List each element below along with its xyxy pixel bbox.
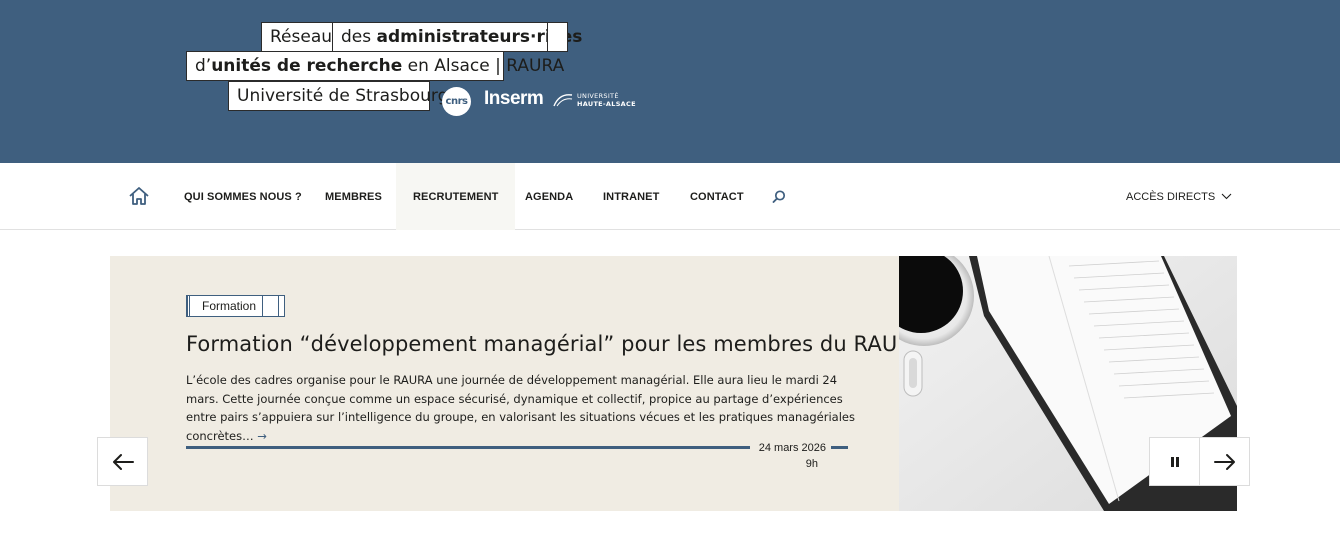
slide-date: 24 mars 2026 9h [756, 440, 826, 472]
slide-description: L’école des cadres organise pour le RAUR… [186, 371, 866, 445]
uha-line2: HAUTE-ALSACE [577, 100, 636, 108]
slide-date-text: 24 mars 2026 [758, 442, 826, 454]
arrow-right-icon [1213, 453, 1235, 470]
category-tag-label: Formation [187, 296, 262, 316]
nav-item-recrutement[interactable]: RECRUTEMENT [396, 163, 516, 230]
nav-item-membres[interactable]: MEMBRES [308, 163, 399, 230]
logo-box-strasbourg: Université de Strasbourg [228, 81, 448, 111]
logo-text-unites: unités de recherche [211, 56, 403, 76]
main-nav: QUI SOMMES NOUS ? MEMBRES RECRUTEMENT AG… [0, 163, 1340, 230]
logo-text-raura: en Alsace | RAURA [402, 56, 565, 76]
news-slide: Formation Formation “développement manag… [110, 256, 926, 511]
logo-text-prefix: d’ [195, 56, 212, 76]
chevron-down-icon [1221, 193, 1232, 200]
nav-item-intranet[interactable]: INTRANET [586, 163, 676, 230]
nav-item-label: CONTACT [690, 190, 744, 203]
uha-logo[interactable]: UNIVERSITÉ HAUTE-ALSACE [553, 92, 636, 108]
home-icon[interactable] [128, 185, 150, 207]
arrow-left-icon [112, 453, 134, 470]
inserm-logo-text: Inserm [484, 88, 544, 109]
nav-item-label: QUI SOMMES NOUS ? [184, 190, 302, 203]
acces-directs-label: ACCÈS DIRECTS [1126, 190, 1216, 203]
slide-description-text: L’école des cadres organise pour le RAUR… [186, 373, 855, 443]
nav-item-label: INTRANET [603, 190, 660, 203]
slide-title[interactable]: Formation “développement managérial” pou… [186, 332, 926, 356]
uha-logo-text: UNIVERSITÉ HAUTE-ALSACE [577, 92, 636, 108]
slide-time-text: 9h [805, 458, 818, 470]
logo-box-reseau: Réseau [261, 22, 342, 52]
cnrs-logo-text: cnrs [445, 96, 468, 107]
pause-icon [1170, 456, 1179, 467]
nav-item-agenda[interactable]: AGENDA [508, 163, 590, 230]
slide-progress-line [186, 446, 750, 449]
read-more-arrow-icon[interactable]: → [257, 429, 267, 443]
next-slide-button[interactable] [1199, 437, 1250, 486]
tag-decoration [278, 296, 284, 316]
slide-progress-tail [831, 446, 848, 449]
category-tag[interactable]: Formation [186, 295, 286, 317]
nav-item-label: AGENDA [525, 190, 574, 203]
logo-text-reseau: Réseau [270, 27, 333, 47]
search-icon[interactable] [770, 188, 788, 206]
tag-decoration [262, 296, 278, 316]
logo-box-unites: d’unités de recherche en Alsace | RAURA [186, 51, 564, 81]
cnrs-logo[interactable]: cnrs [442, 87, 471, 116]
nav-item-label: MEMBRES [325, 190, 382, 203]
logo-text-strasbourg: Université de Strasbourg [237, 86, 449, 106]
nav-item-contact[interactable]: CONTACT [673, 163, 761, 230]
logo-box-administrateurs: des administrateurs·rices [332, 22, 582, 52]
nav-item-label: RECRUTEMENT [413, 190, 499, 203]
prev-slide-button[interactable] [97, 437, 148, 486]
nav-item-qui-sommes-nous[interactable]: QUI SOMMES NOUS ? [167, 163, 319, 230]
logo-text-des: des [341, 27, 377, 47]
acces-directs-menu[interactable]: ACCÈS DIRECTS [1126, 163, 1232, 230]
site-header: Réseau des administrateurs·rices d’unité… [0, 0, 1340, 163]
uha-swoosh-icon [553, 94, 573, 107]
pause-button[interactable] [1149, 437, 1200, 486]
inserm-logo[interactable]: Inserm [484, 88, 544, 110]
uha-line1: UNIVERSITÉ [577, 92, 619, 100]
logo-box-empty [547, 22, 568, 52]
